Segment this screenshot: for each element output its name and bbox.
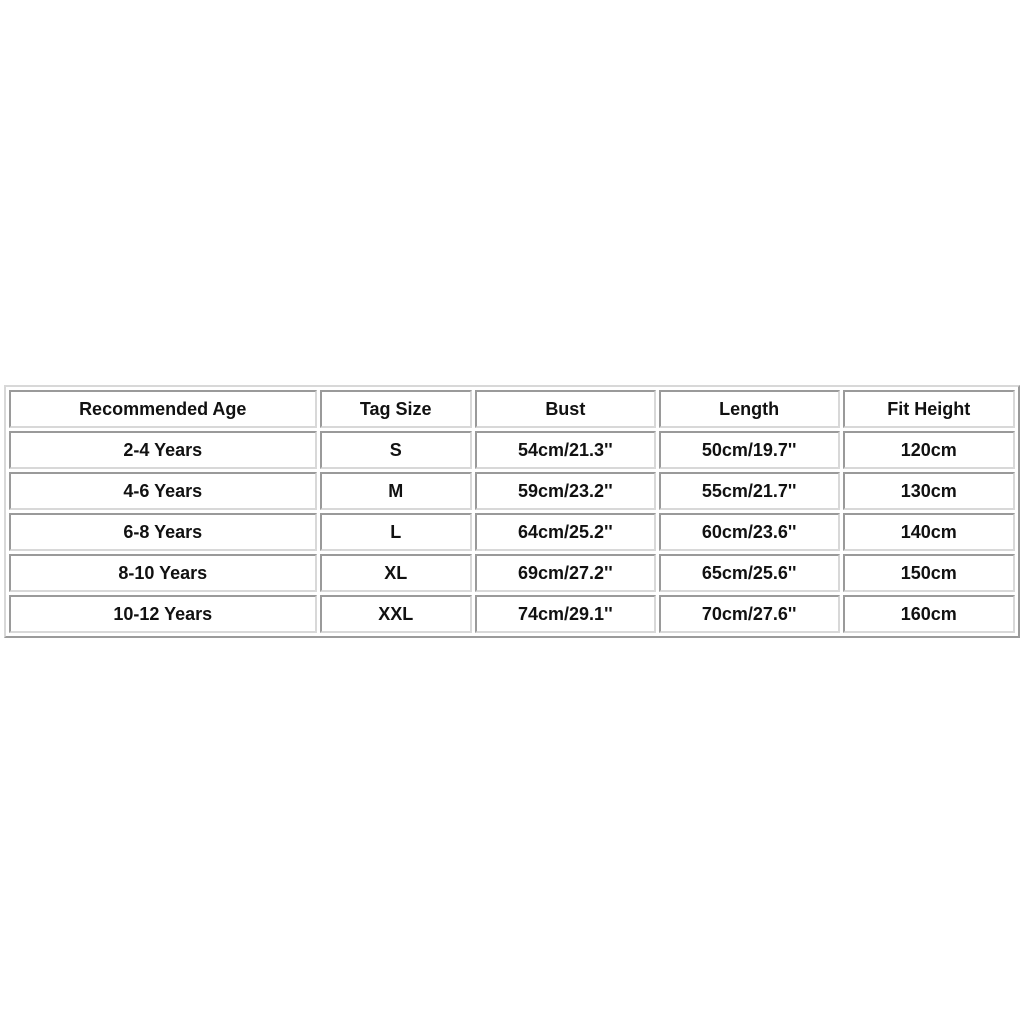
table-row: 4-6 Years M 59cm/23.2'' 55cm/21.7'' 130c… — [9, 472, 1015, 510]
cell-fit-height: 160cm — [842, 595, 1015, 633]
cell-length: 70cm/27.6'' — [658, 595, 840, 633]
cell-age: 4-6 Years — [9, 472, 317, 510]
header-bust: Bust — [474, 390, 656, 428]
cell-age: 6-8 Years — [9, 513, 317, 551]
table-row: 2-4 Years S 54cm/21.3'' 50cm/19.7'' 120c… — [9, 431, 1015, 469]
cell-bust: 74cm/29.1'' — [474, 595, 656, 633]
cell-fit-height: 120cm — [842, 431, 1015, 469]
cell-bust: 64cm/25.2'' — [474, 513, 656, 551]
cell-fit-height: 140cm — [842, 513, 1015, 551]
size-chart-table: Recommended Age Tag Size Bust Length Fit… — [4, 385, 1020, 638]
cell-age: 8-10 Years — [9, 554, 317, 592]
header-fit-height: Fit Height — [842, 390, 1015, 428]
cell-age: 2-4 Years — [9, 431, 317, 469]
table-row: 6-8 Years L 64cm/25.2'' 60cm/23.6'' 140c… — [9, 513, 1015, 551]
cell-tag-size: XL — [319, 554, 472, 592]
cell-age: 10-12 Years — [9, 595, 317, 633]
cell-bust: 54cm/21.3'' — [474, 431, 656, 469]
cell-bust: 69cm/27.2'' — [474, 554, 656, 592]
table-row: 10-12 Years XXL 74cm/29.1'' 70cm/27.6'' … — [9, 595, 1015, 633]
cell-bust: 59cm/23.2'' — [474, 472, 656, 510]
table-row: 8-10 Years XL 69cm/27.2'' 65cm/25.6'' 15… — [9, 554, 1015, 592]
cell-length: 50cm/19.7'' — [658, 431, 840, 469]
table-header-row: Recommended Age Tag Size Bust Length Fit… — [9, 390, 1015, 428]
cell-fit-height: 150cm — [842, 554, 1015, 592]
cell-length: 60cm/23.6'' — [658, 513, 840, 551]
cell-fit-height: 130cm — [842, 472, 1015, 510]
header-recommended-age: Recommended Age — [9, 390, 317, 428]
cell-length: 65cm/25.6'' — [658, 554, 840, 592]
cell-tag-size: S — [319, 431, 472, 469]
cell-tag-size: XXL — [319, 595, 472, 633]
cell-tag-size: L — [319, 513, 472, 551]
header-length: Length — [658, 390, 840, 428]
cell-tag-size: M — [319, 472, 472, 510]
cell-length: 55cm/21.7'' — [658, 472, 840, 510]
header-tag-size: Tag Size — [319, 390, 472, 428]
